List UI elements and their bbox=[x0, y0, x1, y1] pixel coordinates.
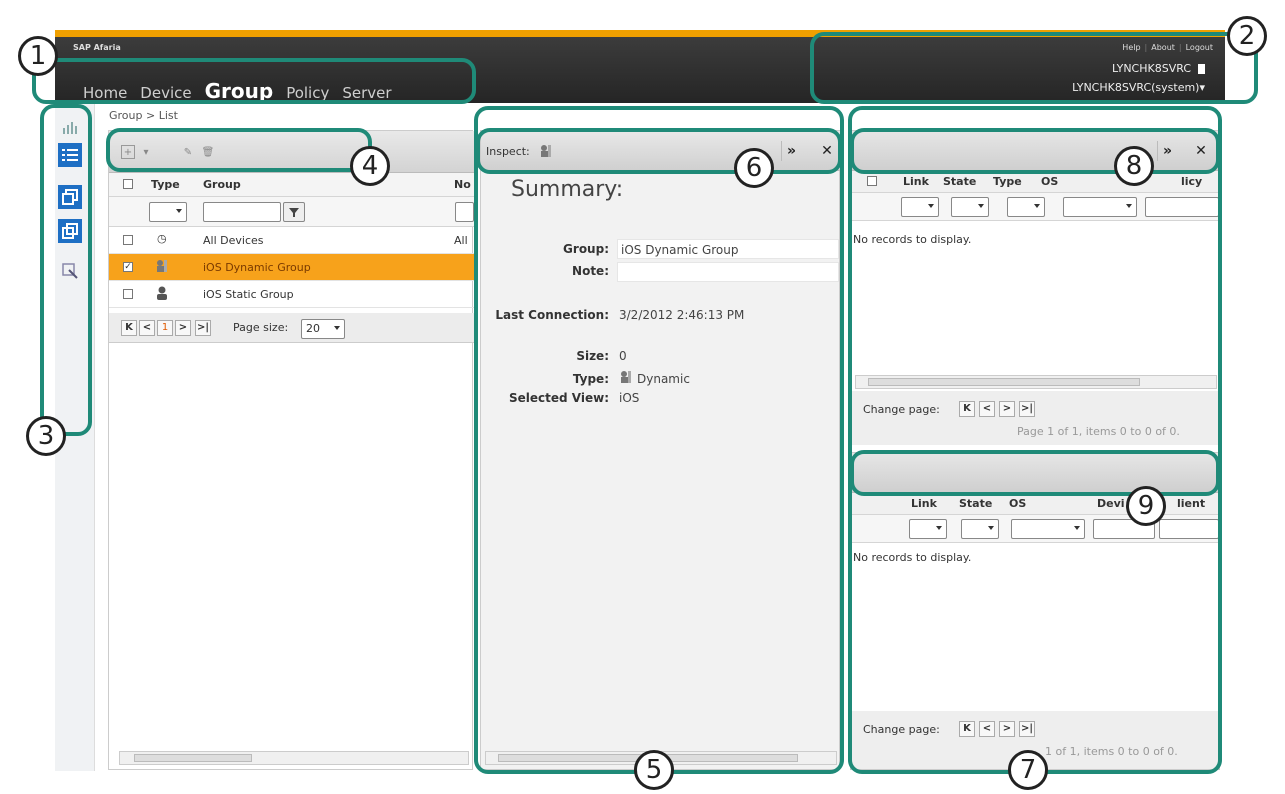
static-group-icon bbox=[155, 285, 169, 304]
highlight-members-titlebar bbox=[850, 128, 1220, 174]
note-filter-input[interactable] bbox=[455, 202, 474, 222]
callout-3: 3 bbox=[26, 416, 66, 456]
callout-1: 1 bbox=[18, 36, 58, 76]
highlight-nav bbox=[32, 58, 476, 104]
group-table-header: Type Group No bbox=[109, 173, 474, 197]
group-name: All Devices bbox=[203, 234, 264, 247]
row-checkbox[interactable] bbox=[123, 235, 133, 245]
highlight-policies-titlebar bbox=[850, 450, 1220, 496]
type-filter-dropdown[interactable] bbox=[149, 202, 187, 222]
page-size-value: 20 bbox=[306, 322, 320, 335]
group-pager: K < 1 > >| Page size: 20 bbox=[109, 313, 474, 343]
highlight-right-panels bbox=[848, 106, 1222, 774]
table-row-selected[interactable]: ✓ iOS Dynamic Group bbox=[109, 254, 474, 281]
horizontal-scrollbar[interactable] bbox=[119, 751, 469, 765]
group-name: iOS Dynamic Group bbox=[203, 261, 311, 274]
callout-2: 2 bbox=[1227, 16, 1267, 56]
first-page-icon[interactable]: K bbox=[121, 320, 137, 336]
column-note[interactable]: No bbox=[454, 178, 471, 191]
app-name: SAP Afaria bbox=[73, 43, 121, 52]
callout-8: 8 bbox=[1114, 146, 1154, 186]
group-name: iOS Static Group bbox=[203, 288, 294, 301]
highlight-group-toolbar bbox=[106, 128, 372, 172]
highlight-user-area bbox=[810, 32, 1258, 104]
filter-icon[interactable] bbox=[283, 202, 305, 222]
group-filter-row bbox=[109, 197, 474, 227]
breadcrumb: Group > List bbox=[109, 109, 178, 122]
highlight-inspect-panel bbox=[474, 106, 844, 774]
group-filter-input[interactable] bbox=[203, 202, 281, 222]
callout-7: 7 bbox=[1008, 750, 1048, 790]
column-group[interactable]: Group bbox=[203, 178, 241, 191]
dynamic-group-icon bbox=[155, 258, 169, 277]
group-note: All bbox=[454, 234, 468, 247]
highlight-left-toolbar bbox=[40, 104, 92, 436]
group-list-panel: + ▾ ✎ 🗑 Type Group No ◷ All Devices All … bbox=[108, 130, 474, 770]
table-row[interactable]: iOS Static Group bbox=[109, 281, 474, 308]
callout-6: 6 bbox=[734, 148, 774, 188]
row-checkbox[interactable] bbox=[123, 289, 133, 299]
callout-5: 5 bbox=[634, 750, 674, 790]
column-type[interactable]: Type bbox=[151, 178, 180, 191]
select-all-checkbox[interactable] bbox=[123, 179, 133, 189]
table-row[interactable]: ◷ All Devices All bbox=[109, 227, 474, 254]
current-page[interactable]: 1 bbox=[157, 320, 173, 336]
callout-4: 4 bbox=[350, 146, 390, 186]
callout-9: 9 bbox=[1126, 486, 1166, 526]
page-size-select[interactable]: 20 bbox=[301, 319, 345, 339]
highlight-inspect-titlebar bbox=[476, 128, 842, 174]
prev-page-icon[interactable]: < bbox=[139, 320, 155, 336]
page-size-label: Page size: bbox=[233, 321, 289, 334]
row-checkbox[interactable]: ✓ bbox=[123, 262, 133, 272]
last-page-icon[interactable]: >| bbox=[195, 320, 211, 336]
next-page-icon[interactable]: > bbox=[175, 320, 191, 336]
dynamic-group-icon: ◷ bbox=[157, 232, 167, 245]
